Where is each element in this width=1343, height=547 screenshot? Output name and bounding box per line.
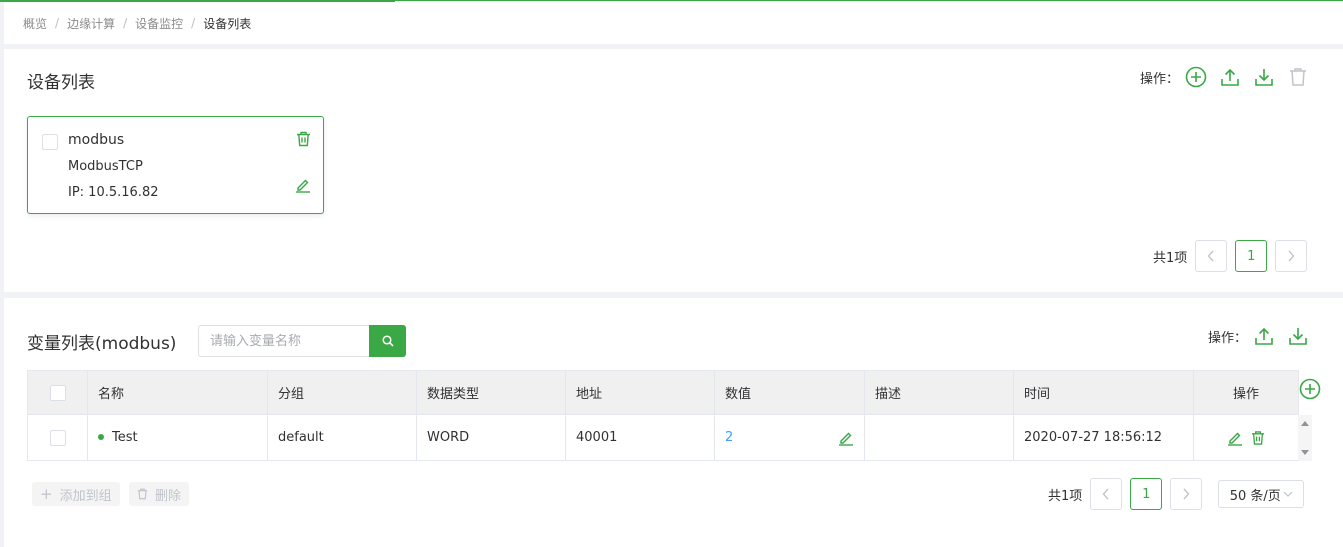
cell-desc (864, 414, 1014, 461)
page-size-select[interactable]: 50 条/页 (1218, 480, 1305, 508)
plus-icon: + (40, 484, 53, 503)
variable-pager: 共1项 1 50 条/页 (1048, 478, 1305, 510)
cell-time: 2020-07-27 18:56:12 (1013, 414, 1194, 461)
page-number-button[interactable]: 1 (1130, 478, 1163, 510)
add-to-group-button[interactable]: + 添加到组 (32, 482, 120, 506)
column-header-desc[interactable]: 描述 (864, 370, 1014, 415)
device-pager-total: 共1项 (1153, 250, 1188, 266)
row-checkbox[interactable] (49, 429, 66, 446)
page-number-button[interactable]: 1 (1235, 240, 1268, 272)
scroll-down-arrow[interactable] (1301, 450, 1309, 455)
breadcrumb-separator: / (55, 16, 60, 30)
variable-list-panel: 变量列表(modbus) 操作： 名称 分组 数据类型 地址 数值 (4, 298, 1343, 547)
cell-address: 40001 (565, 414, 715, 461)
column-header-name[interactable]: 名称 (87, 370, 268, 415)
edit-icon[interactable] (295, 177, 311, 193)
download-icon[interactable] (1247, 67, 1281, 87)
next-page-button[interactable] (1170, 478, 1203, 510)
variable-search (198, 325, 406, 357)
add-variable-icon[interactable] (1299, 378, 1321, 400)
table-header-row: 名称 分组 数据类型 地址 数值 描述 时间 操作 (27, 370, 1299, 415)
breadcrumb-item-overview[interactable]: 概览 (23, 15, 47, 32)
device-ops-toolbar: 操作： (1140, 66, 1315, 88)
prev-page-button[interactable] (1090, 478, 1123, 510)
cell-type: WORD (416, 414, 566, 461)
device-pager: 共1项 1 (1153, 240, 1308, 272)
variable-list-title: 变量列表(modbus) (27, 334, 177, 354)
column-header-type[interactable]: 数据类型 (416, 370, 566, 415)
variable-ops-label: 操作： (1208, 330, 1248, 346)
chevron-down-icon (1283, 491, 1293, 497)
device-list-panel: 设备列表 操作： modbus ModbusTCP IP: 10.5.16.82… (4, 49, 1343, 292)
column-header-time[interactable]: 时间 (1013, 370, 1194, 415)
select-all-checkbox[interactable] (49, 384, 66, 401)
upload-icon[interactable] (1247, 326, 1281, 346)
search-icon (381, 335, 394, 347)
variable-pager-total: 共1项 (1048, 488, 1083, 504)
status-dot (98, 433, 104, 440)
device-name: modbus (68, 132, 125, 148)
search-button[interactable] (369, 325, 406, 357)
row-select-cell (27, 414, 88, 461)
cell-ops (1193, 414, 1299, 461)
edit-icon[interactable] (838, 430, 854, 446)
trash-icon (137, 488, 148, 500)
add-device-icon[interactable] (1179, 66, 1213, 88)
breadcrumb-item-edge-computing[interactable]: 边缘计算 (67, 15, 115, 32)
device-card[interactable]: modbus ModbusTCP IP: 10.5.16.82 (27, 116, 324, 214)
table-row: Test default WORD 40001 2 2020-07-27 18:… (27, 414, 1299, 461)
edit-icon[interactable] (1227, 430, 1243, 446)
breadcrumb-item-current: 设备列表 (203, 16, 252, 31)
column-header-group[interactable]: 分组 (267, 370, 417, 415)
device-card-checkbox[interactable] (42, 134, 58, 150)
trash-icon[interactable] (296, 131, 311, 147)
table-scrollbar[interactable] (1298, 415, 1312, 461)
column-header-ops: 操作 (1193, 370, 1299, 415)
cell-name: Test (87, 414, 268, 461)
breadcrumb-separator: / (191, 16, 196, 30)
device-protocol: ModbusTCP (68, 159, 143, 174)
top-line (395, 0, 1343, 1)
scroll-up-arrow[interactable] (1301, 421, 1309, 426)
variable-search-input[interactable] (198, 325, 369, 357)
upload-icon[interactable] (1213, 67, 1247, 87)
select-all-cell (27, 370, 88, 415)
breadcrumb: 概览 / 边缘计算 / 设备监控 / 设备列表 (4, 2, 1343, 44)
device-ip: IP: 10.5.16.82 (68, 185, 159, 200)
breadcrumb-item-device-monitor[interactable]: 设备监控 (135, 15, 183, 32)
device-list-title: 设备列表 (27, 73, 95, 93)
download-icon[interactable] (1281, 326, 1315, 346)
next-page-button[interactable] (1275, 240, 1308, 272)
cell-value: 2 (714, 414, 865, 461)
device-ops-label: 操作： (1140, 71, 1180, 87)
trash-icon[interactable] (1281, 67, 1315, 87)
trash-icon[interactable] (1251, 430, 1265, 446)
page-size-value: 50 条/页 (1229, 488, 1281, 504)
delete-label: 删除 (155, 488, 182, 504)
variable-value[interactable]: 2 (725, 430, 733, 445)
variable-name: Test (112, 430, 138, 445)
column-header-address[interactable]: 地址 (565, 370, 715, 415)
cell-group: default (267, 414, 417, 461)
variable-ops-toolbar: 操作： (1208, 326, 1315, 346)
prev-page-button[interactable] (1195, 240, 1228, 272)
variable-table: 名称 分组 数据类型 地址 数值 描述 时间 操作 Test default W… (27, 370, 1299, 461)
add-to-group-label: 添加到组 (59, 488, 112, 504)
breadcrumb-separator: / (123, 16, 128, 30)
column-header-value[interactable]: 数值 (714, 370, 865, 415)
delete-button[interactable]: 删除 (129, 482, 190, 506)
